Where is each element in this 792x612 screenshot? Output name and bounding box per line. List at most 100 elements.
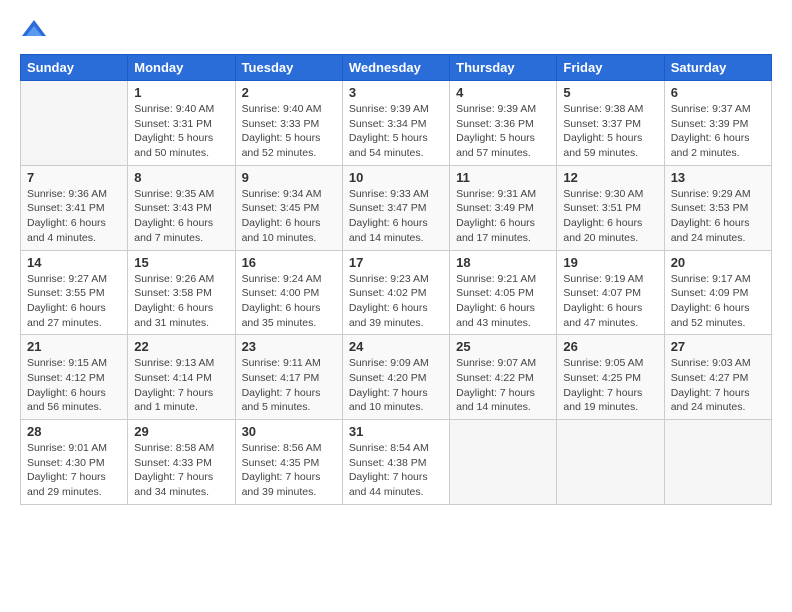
week-row-1: 1 Sunrise: 9:40 AMSunset: 3:31 PMDaylight… [21, 81, 772, 166]
day-number: 24 [349, 339, 443, 354]
calendar-cell: 17 Sunrise: 9:23 AMSunset: 4:02 PMDayligh… [342, 250, 449, 335]
day-info: Sunrise: 9:39 AMSunset: 3:36 PMDaylight:… [456, 102, 550, 161]
day-info: Sunrise: 9:17 AMSunset: 4:09 PMDaylight:… [671, 272, 765, 331]
calendar-cell: 4Sunrise: 9:39 AMSunset: 3:36 PMDaylight… [450, 81, 557, 166]
calendar-cell: 27 Sunrise: 9:03 AMSunset: 4:27 PMDayligh… [664, 335, 771, 420]
day-info: Sunrise: 9:19 AMSunset: 4:07 PMDaylight:… [563, 272, 657, 331]
header [20, 16, 772, 44]
day-number: 6 [671, 85, 765, 100]
day-number: 3 [349, 85, 443, 100]
day-info: Sunrise: 9:35 AMSunset: 3:43 PMDaylight:… [134, 187, 228, 246]
day-info: Sunrise: 9:23 AMSunset: 4:02 PMDaylight:… [349, 272, 443, 331]
day-info: Sunrise: 9:03 AMSunset: 4:27 PMDaylight:… [671, 356, 765, 415]
day-number: 26 [563, 339, 657, 354]
calendar-cell: 13 Sunrise: 9:29 AMSunset: 3:53 PMDayligh… [664, 165, 771, 250]
calendar-cell: 23 Sunrise: 9:11 AMSunset: 4:17 PMDayligh… [235, 335, 342, 420]
day-number: 18 [456, 255, 550, 270]
day-info: Sunrise: 9:40 AMSunset: 3:31 PMDaylight:… [134, 102, 228, 161]
calendar-cell: 24 Sunrise: 9:09 AMSunset: 4:20 PMDayligh… [342, 335, 449, 420]
day-number: 15 [134, 255, 228, 270]
calendar-cell [450, 420, 557, 505]
logo [20, 16, 52, 44]
calendar-cell: 15Sunrise: 9:26 AMSunset: 3:58 PMDayligh… [128, 250, 235, 335]
day-number: 10 [349, 170, 443, 185]
day-number: 31 [349, 424, 443, 439]
day-info: Sunrise: 9:37 AMSunset: 3:39 PMDaylight:… [671, 102, 765, 161]
day-info: Sunrise: 9:31 AMSunset: 3:49 PMDaylight:… [456, 187, 550, 246]
day-header-sunday: Sunday [21, 55, 128, 81]
day-info: Sunrise: 9:29 AMSunset: 3:53 PMDaylight:… [671, 187, 765, 246]
day-number: 19 [563, 255, 657, 270]
day-info: Sunrise: 9:09 AMSunset: 4:20 PMDaylight:… [349, 356, 443, 415]
day-info: Sunrise: 9:21 AMSunset: 4:05 PMDaylight:… [456, 272, 550, 331]
page: SundayMondayTuesdayWednesdayThursdayFrid… [0, 0, 792, 612]
calendar-cell: 1 Sunrise: 9:40 AMSunset: 3:31 PMDaylight… [128, 81, 235, 166]
calendar-cell: 20 Sunrise: 9:17 AMSunset: 4:09 PMDayligh… [664, 250, 771, 335]
day-number: 27 [671, 339, 765, 354]
day-number: 11 [456, 170, 550, 185]
day-number: 25 [456, 339, 550, 354]
day-info: Sunrise: 9:24 AMSunset: 4:00 PMDaylight:… [242, 272, 336, 331]
calendar-cell [557, 420, 664, 505]
day-info: Sunrise: 9:15 AMSunset: 4:12 PMDaylight:… [27, 356, 121, 415]
day-header-monday: Monday [128, 55, 235, 81]
day-number: 16 [242, 255, 336, 270]
calendar-cell: 25 Sunrise: 9:07 AMSunset: 4:22 PMDayligh… [450, 335, 557, 420]
day-info: Sunrise: 9:36 AMSunset: 3:41 PMDaylight:… [27, 187, 121, 246]
calendar-cell: 11 Sunrise: 9:31 AMSunset: 3:49 PMDayligh… [450, 165, 557, 250]
day-number: 12 [563, 170, 657, 185]
week-row-4: 21Sunrise: 9:15 AMSunset: 4:12 PMDayligh… [21, 335, 772, 420]
week-row-5: 28 Sunrise: 9:01 AMSunset: 4:30 PMDayligh… [21, 420, 772, 505]
day-info: Sunrise: 9:11 AMSunset: 4:17 PMDaylight:… [242, 356, 336, 415]
calendar-header-row: SundayMondayTuesdayWednesdayThursdayFrid… [21, 55, 772, 81]
day-number: 13 [671, 170, 765, 185]
day-number: 28 [27, 424, 121, 439]
calendar-cell: 6 Sunrise: 9:37 AMSunset: 3:39 PMDaylight… [664, 81, 771, 166]
calendar-cell: 5 Sunrise: 9:38 AMSunset: 3:37 PMDaylight… [557, 81, 664, 166]
day-number: 20 [671, 255, 765, 270]
day-info: Sunrise: 9:07 AMSunset: 4:22 PMDaylight:… [456, 356, 550, 415]
calendar-cell: 2Sunrise: 9:40 AMSunset: 3:33 PMDaylight… [235, 81, 342, 166]
day-info: Sunrise: 9:01 AMSunset: 4:30 PMDaylight:… [27, 441, 121, 500]
day-header-thursday: Thursday [450, 55, 557, 81]
day-info: Sunrise: 9:40 AMSunset: 3:33 PMDaylight:… [242, 102, 336, 161]
day-info: Sunrise: 8:54 AMSunset: 4:38 PMDaylight:… [349, 441, 443, 500]
day-number: 29 [134, 424, 228, 439]
calendar-cell: 16 Sunrise: 9:24 AMSunset: 4:00 PMDayligh… [235, 250, 342, 335]
day-number: 1 [134, 85, 228, 100]
week-row-3: 14Sunrise: 9:27 AMSunset: 3:55 PMDayligh… [21, 250, 772, 335]
day-number: 17 [349, 255, 443, 270]
day-header-saturday: Saturday [664, 55, 771, 81]
calendar-cell [664, 420, 771, 505]
calendar-cell: 22 Sunrise: 9:13 AMSunset: 4:14 PMDayligh… [128, 335, 235, 420]
day-number: 22 [134, 339, 228, 354]
calendar-cell: 9Sunrise: 9:34 AMSunset: 3:45 PMDaylight… [235, 165, 342, 250]
calendar-cell: 19 Sunrise: 9:19 AMSunset: 4:07 PMDayligh… [557, 250, 664, 335]
calendar-cell: 21Sunrise: 9:15 AMSunset: 4:12 PMDayligh… [21, 335, 128, 420]
day-info: Sunrise: 9:13 AMSunset: 4:14 PMDaylight:… [134, 356, 228, 415]
day-info: Sunrise: 9:39 AMSunset: 3:34 PMDaylight:… [349, 102, 443, 161]
week-row-2: 7 Sunrise: 9:36 AMSunset: 3:41 PMDaylight… [21, 165, 772, 250]
calendar-cell: 18 Sunrise: 9:21 AMSunset: 4:05 PMDayligh… [450, 250, 557, 335]
day-info: Sunrise: 8:56 AMSunset: 4:35 PMDaylight:… [242, 441, 336, 500]
day-header-friday: Friday [557, 55, 664, 81]
calendar-cell: 31 Sunrise: 8:54 AMSunset: 4:38 PMDayligh… [342, 420, 449, 505]
day-number: 8 [134, 170, 228, 185]
day-number: 7 [27, 170, 121, 185]
day-info: Sunrise: 9:33 AMSunset: 3:47 PMDaylight:… [349, 187, 443, 246]
day-number: 5 [563, 85, 657, 100]
day-number: 30 [242, 424, 336, 439]
calendar-cell: 28 Sunrise: 9:01 AMSunset: 4:30 PMDayligh… [21, 420, 128, 505]
calendar-cell: 3 Sunrise: 9:39 AMSunset: 3:34 PMDaylight… [342, 81, 449, 166]
day-header-tuesday: Tuesday [235, 55, 342, 81]
calendar-cell: 30 Sunrise: 8:56 AMSunset: 4:35 PMDayligh… [235, 420, 342, 505]
day-info: Sunrise: 8:58 AMSunset: 4:33 PMDaylight:… [134, 441, 228, 500]
day-header-wednesday: Wednesday [342, 55, 449, 81]
day-info: Sunrise: 9:38 AMSunset: 3:37 PMDaylight:… [563, 102, 657, 161]
day-info: Sunrise: 9:27 AMSunset: 3:55 PMDaylight:… [27, 272, 121, 331]
calendar-cell: 10 Sunrise: 9:33 AMSunset: 3:47 PMDayligh… [342, 165, 449, 250]
day-info: Sunrise: 9:30 AMSunset: 3:51 PMDaylight:… [563, 187, 657, 246]
calendar-cell: 29 Sunrise: 8:58 AMSunset: 4:33 PMDayligh… [128, 420, 235, 505]
day-number: 23 [242, 339, 336, 354]
calendar-cell: 14Sunrise: 9:27 AMSunset: 3:55 PMDayligh… [21, 250, 128, 335]
